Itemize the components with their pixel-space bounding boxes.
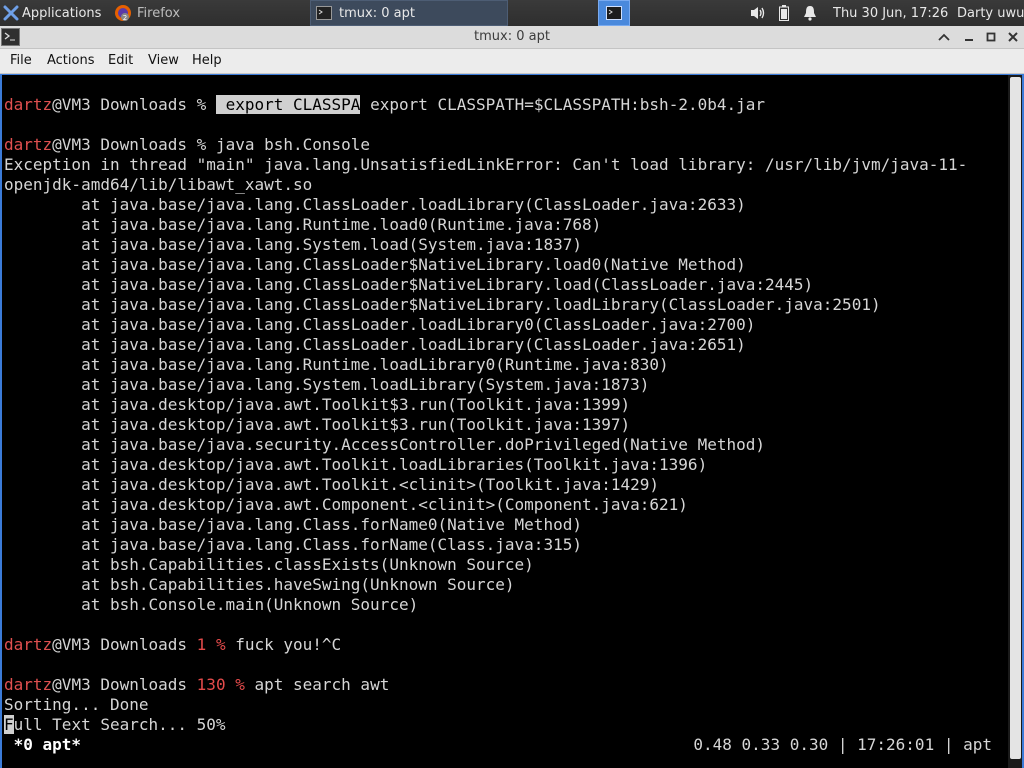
output-line: openjdk-amd64/lib/libawt_xawt.so [4,175,313,194]
tmux-status-right: 0.48 0.33 0.30 | 17:26:01 | apt [693,735,992,754]
taskbar-firefox[interactable]: 2 Firefox [108,0,308,26]
panel-clock[interactable]: Thu 30 Jun, 17:26 [833,0,951,26]
shade-window-button[interactable] [936,29,952,45]
user-menu[interactable]: Darty uwu [957,0,1024,26]
battery-icon[interactable] [776,0,792,26]
output-line: at bsh.Console.main(Unknown Source) [4,595,419,614]
prompt-symbol: % [196,95,216,114]
maximize-icon [986,32,996,42]
output-line: at java.base/java.lang.ClassLoader$Nativ… [4,295,881,314]
prompt-line: dartz@VM3 Downloads % java bsh.Console [4,135,370,155]
menu-help[interactable]: Help [192,53,222,68]
xfce-logo-icon [3,5,19,21]
output-line: at java.base/java.lang.ClassLoader.loadL… [4,195,746,214]
output-line: at java.desktop/java.awt.Toolkit.loadLib… [4,455,708,474]
prompt-host-dir: @VM3 Downloads [52,635,197,654]
command-text: export CLASSPATH=$CLASSPATH:bsh-2.0b4.ja… [360,95,766,114]
exit-status: 130 % [196,675,255,694]
output-line: at java.base/java.lang.Runtime.loadLibra… [4,355,669,374]
chevron-up-icon [938,33,950,41]
menu-view[interactable]: View [148,53,179,68]
notification-bell-icon[interactable] [801,0,819,26]
menubar: File Actions Edit View Help [0,49,1024,74]
menu-edit[interactable]: Edit [108,53,133,68]
window-title: tmux: 0 apt [474,29,550,44]
output-line: at java.base/java.lang.System.loadLibrar… [4,375,650,394]
close-icon [1008,32,1018,42]
output-line: Sorting... Done [4,695,149,714]
output-line: at java.base/java.lang.ClassLoader.loadL… [4,315,756,334]
output-line: at bsh.Capabilities.haveSwing(Unknown So… [4,575,515,594]
output-line: at java.desktop/java.awt.Toolkit.<clinit… [4,475,660,494]
output-line: at bsh.Capabilities.classExists(Unknown … [4,555,534,574]
output-line: Exception in thread "main" java.lang.Uns… [4,155,968,174]
taskbar-firefox-label: Firefox [137,5,181,21]
prompt-host-dir: @VM3 Downloads [52,135,197,154]
prompt-user: dartz [4,675,53,694]
taskbar-tmux-label: tmux: 0 apt [339,5,415,21]
prompt-line: dartz@VM3 Downloads 1 % fuck you!^C [4,635,341,655]
output-line: at java.desktop/java.awt.Toolkit$3.run(T… [4,395,631,414]
minimize-icon [965,39,973,41]
output-line: at java.base/java.lang.ClassLoader$Nativ… [4,275,814,294]
maximize-button[interactable] [983,29,999,45]
prompt-line: dartz@VM3 Downloads % export CLASSPA exp… [4,95,765,115]
minimize-button[interactable] [961,29,977,45]
terminal-icon [606,6,622,20]
terminal-area[interactable]: dartz@VM3 Downloads % export CLASSPA exp… [0,74,1024,768]
close-button[interactable] [1005,29,1021,45]
top-panel: Applications 2 Firefox tmux: 0 apt Thu 3… [0,0,1024,26]
command-text: java bsh.Console [215,135,371,154]
prompt-line: dartz@VM3 Downloads 130 % apt search awt [4,675,389,695]
applications-label: Applications [22,5,102,21]
output-text: ull Text Search... 50% [13,715,226,734]
tmux-window-tab[interactable]: *0 apt* [4,735,81,755]
output-line: at java.desktop/java.awt.Toolkit$3.run(T… [4,415,631,434]
scrollbar-thumb[interactable] [1010,77,1021,759]
volume-icon[interactable] [748,0,768,26]
autosuggestion-highlight: export CLASSPA [215,95,361,114]
prompt-host-dir: @VM3 Downloads [52,675,197,694]
output-line: at java.desktop/java.awt.Component.<clin… [4,495,688,514]
terminal-icon [316,6,332,20]
window-titlebar[interactable]: tmux: 0 apt [0,26,1024,49]
applications-menu[interactable]: Applications [0,0,106,26]
menu-actions[interactable]: Actions [47,53,95,68]
firefox-icon: 2 [114,4,132,22]
command-text: fuck you!^C [235,635,342,654]
firefox-window-count: 2 [123,14,127,22]
prompt-host-dir: @VM3 Downloads [52,95,197,114]
scrollbar[interactable] [1008,75,1022,768]
output-line: at java.base/java.security.AccessControl… [4,435,765,454]
menu-file[interactable]: File [10,53,32,68]
prompt-user: dartz [4,635,53,654]
prompt-user: dartz [4,95,53,114]
command-text: apt search awt [254,675,390,694]
output-line: at java.base/java.lang.ClassLoader.loadL… [4,335,746,354]
output-line: at java.base/java.lang.Runtime.load0(Run… [4,215,602,234]
output-line: at java.base/java.lang.ClassLoader$Nativ… [4,255,746,274]
exit-status: 1 % [196,635,236,654]
output-line: at java.base/java.lang.System.load(Syste… [4,235,582,254]
taskbar-tmux[interactable]: tmux: 0 apt [310,0,508,26]
output-line: at java.base/java.lang.Class.forName0(Na… [4,515,582,534]
prompt-symbol: % [196,135,216,154]
prompt-user: dartz [4,135,53,154]
output-line: at java.base/java.lang.Class.forName(Cla… [4,535,582,554]
terminal-cursor: F [4,715,14,734]
workspace-switcher[interactable] [598,0,630,26]
output-line: Full Text Search... 50% [4,715,226,735]
